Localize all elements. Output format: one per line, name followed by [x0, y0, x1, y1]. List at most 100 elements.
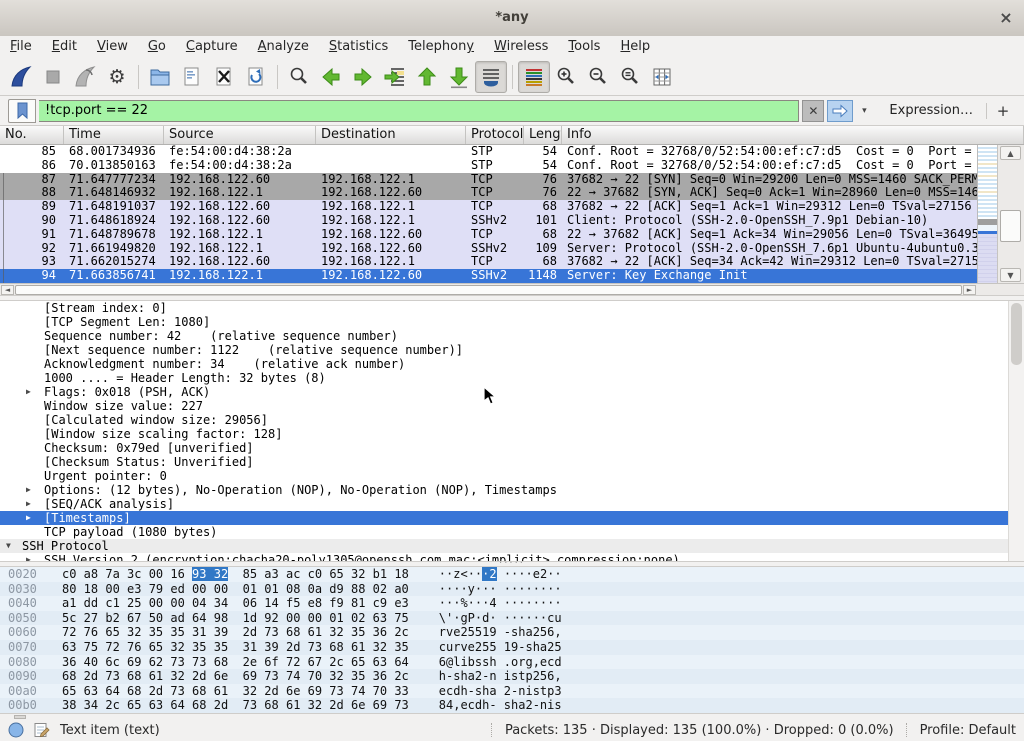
auto-scroll-button[interactable] [475, 61, 507, 93]
column-header[interactable]: No. [0, 126, 64, 144]
packet-row[interactable]: 8971.648191037192.168.122.60192.168.122.… [0, 200, 977, 214]
capture-options-button[interactable]: ⚙ [101, 61, 133, 93]
packet-row[interactable]: 9371.662015274192.168.122.60192.168.122.… [0, 255, 977, 269]
packet-row[interactable]: 9271.661949820192.168.122.1192.168.122.6… [0, 242, 977, 256]
expert-info-icon[interactable] [8, 722, 24, 738]
column-header[interactable]: Length [524, 126, 562, 144]
menu-item[interactable]: Help [610, 36, 660, 59]
expander-icon[interactable]: ▶ [26, 497, 40, 511]
menu-item[interactable]: Telephony [398, 36, 484, 59]
detail-tree-row[interactable]: [Next sequence number: 1122 (relative se… [0, 343, 1024, 357]
details-vertical-scrollbar[interactable] [1008, 301, 1024, 561]
scroll-up-arrow[interactable]: ▲ [1000, 146, 1021, 160]
detail-tree-row[interactable]: [TCP Segment Len: 1080] [0, 315, 1024, 329]
detail-tree-row[interactable]: Sequence number: 42 (relative sequence n… [0, 329, 1024, 343]
packet-row[interactable]: 8871.648146932192.168.122.1192.168.122.6… [0, 186, 977, 200]
detail-tree-row[interactable]: TCP payload (1080 bytes) [0, 525, 1024, 539]
menu-item[interactable]: Capture [176, 36, 248, 59]
hex-row[interactable]: 0020c0 a8 7a 3c 00 16 93 32 85 a3 ac c0 … [0, 567, 1024, 582]
display-filter-input[interactable] [39, 100, 799, 122]
column-header[interactable]: Info [562, 126, 1024, 144]
zoom-in-button[interactable] [550, 61, 582, 93]
filter-dropdown-button[interactable]: ▾ [856, 100, 872, 122]
detail-tree-row[interactable]: [Stream index: 0] [0, 301, 1024, 315]
filter-apply-button[interactable] [827, 100, 853, 122]
menu-item[interactable]: View [87, 36, 138, 59]
menu-item[interactable]: File [0, 36, 42, 59]
detail-tree-row[interactable]: ▶Flags: 0x018 (PSH, ACK) [0, 385, 1024, 399]
filter-clear-button[interactable]: ✕ [802, 100, 824, 122]
packet-list-horizontal-scrollbar[interactable]: ◄ ► [0, 283, 977, 295]
packet-minimap[interactable] [977, 145, 997, 283]
packet-row[interactable]: 8771.647777234192.168.122.60192.168.122.… [0, 173, 977, 187]
detail-tree-row[interactable]: [Checksum Status: Unverified] [0, 455, 1024, 469]
detail-tree-row[interactable]: Acknowledgment number: 34 (relative ack … [0, 357, 1024, 371]
save-file-button[interactable] [176, 61, 208, 93]
detail-tree-row[interactable]: [Calculated window size: 29056] [0, 413, 1024, 427]
restart-capture-button[interactable] [69, 61, 101, 93]
packet-row[interactable]: 8670.013850163fe:54:00:d4:38:2aSTP54Conf… [0, 159, 977, 173]
hex-row[interactable]: 009068 2d 73 68 61 32 2d 6e 69 73 74 70 … [0, 669, 1024, 684]
column-header[interactable]: Destination [316, 126, 466, 144]
menu-item[interactable]: Tools [558, 36, 610, 59]
packet-row[interactable]: 9071.648618924192.168.122.60192.168.122.… [0, 214, 977, 228]
expander-icon[interactable]: ▶ [26, 511, 40, 525]
capture-comment-icon[interactable] [34, 722, 50, 738]
go-back-button[interactable] [315, 61, 347, 93]
stop-capture-button[interactable] [37, 61, 69, 93]
detail-tree-row[interactable]: [Window size scaling factor: 128] [0, 427, 1024, 441]
zoom-original-button[interactable] [614, 61, 646, 93]
colorize-packets-button[interactable] [518, 61, 550, 93]
detail-tree-row[interactable]: Window size value: 227 [0, 399, 1024, 413]
expression-button[interactable]: Expression… [875, 103, 983, 118]
go-last-packet-button[interactable] [443, 61, 475, 93]
detail-tree-row[interactable]: ▶Options: (12 bytes), No-Operation (NOP)… [0, 483, 1024, 497]
packet-list-vertical-scrollbar[interactable]: ▲ ▼ [997, 145, 1024, 283]
menu-item[interactable]: Statistics [319, 36, 398, 59]
hex-row[interactable]: 006072 76 65 32 35 35 31 39 2d 73 68 61 … [0, 625, 1024, 640]
expander-icon[interactable]: ▶ [26, 385, 40, 399]
go-first-packet-button[interactable] [411, 61, 443, 93]
scroll-thumb[interactable] [1000, 210, 1021, 242]
menu-item[interactable]: Analyze [248, 36, 319, 59]
find-packet-button[interactable] [283, 61, 315, 93]
expander-icon[interactable]: ▼ [6, 539, 20, 553]
profile-text[interactable]: Profile: Default [920, 723, 1016, 738]
hex-row[interactable]: 00505c 27 b2 67 50 ad 64 98 1d 92 00 00 … [0, 611, 1024, 626]
column-header[interactable]: Protocol [466, 126, 524, 144]
detail-tree-row[interactable]: 1000 .... = Header Length: 32 bytes (8) [0, 371, 1024, 385]
reload-file-button[interactable] [240, 61, 272, 93]
filter-bookmark-button[interactable] [8, 99, 36, 123]
menu-item[interactable]: Go [138, 36, 176, 59]
close-window-button[interactable]: × [996, 8, 1016, 28]
scroll-thumb[interactable] [15, 285, 962, 295]
hex-row[interactable]: 0040a1 dd c1 25 00 00 04 34 06 14 f5 e8 … [0, 596, 1024, 611]
hex-row[interactable]: 003080 18 00 e3 79 ed 00 00 01 01 08 0a … [0, 582, 1024, 597]
detail-tree-row[interactable]: ▶[Timestamps] [0, 511, 1024, 525]
start-capture-button[interactable] [5, 61, 37, 93]
resize-columns-button[interactable] [646, 61, 678, 93]
menu-item[interactable]: Wireless [484, 36, 558, 59]
hex-row[interactable]: 008036 40 6c 69 62 73 73 68 2e 6f 72 67 … [0, 655, 1024, 670]
scroll-left-arrow[interactable]: ◄ [1, 285, 14, 295]
detail-tree-row[interactable]: Urgent pointer: 0 [0, 469, 1024, 483]
hex-row[interactable]: 00a065 63 64 68 2d 73 68 61 32 2d 6e 69 … [0, 684, 1024, 699]
scroll-thumb[interactable] [1011, 303, 1022, 365]
expander-icon[interactable]: ▶ [26, 553, 40, 561]
packet-row[interactable]: 9471.663856741192.168.122.1192.168.122.6… [0, 269, 977, 283]
detail-tree-row[interactable]: Checksum: 0x79ed [unverified] [0, 441, 1024, 455]
go-to-packet-button[interactable] [379, 61, 411, 93]
detail-tree-row[interactable]: ▶[SEQ/ACK analysis] [0, 497, 1024, 511]
hex-row[interactable]: 00b038 34 2c 65 63 64 68 2d 73 68 61 32 … [0, 698, 1024, 713]
column-header[interactable]: Source [164, 126, 316, 144]
column-header[interactable]: Time [64, 126, 164, 144]
detail-tree-row[interactable]: ▼SSH Protocol [0, 539, 1024, 553]
close-file-button[interactable] [208, 61, 240, 93]
packet-row[interactable]: 9171.648789678192.168.122.1192.168.122.6… [0, 228, 977, 242]
zoom-out-button[interactable] [582, 61, 614, 93]
add-filter-button[interactable]: + [990, 102, 1016, 120]
menu-item[interactable]: Edit [42, 36, 87, 59]
hex-row[interactable]: 007063 75 72 76 65 32 35 35 31 39 2d 73 … [0, 640, 1024, 655]
scroll-down-arrow[interactable]: ▼ [1000, 268, 1021, 282]
packet-row[interactable]: 8568.001734936fe:54:00:d4:38:2aSTP54Conf… [0, 145, 977, 159]
